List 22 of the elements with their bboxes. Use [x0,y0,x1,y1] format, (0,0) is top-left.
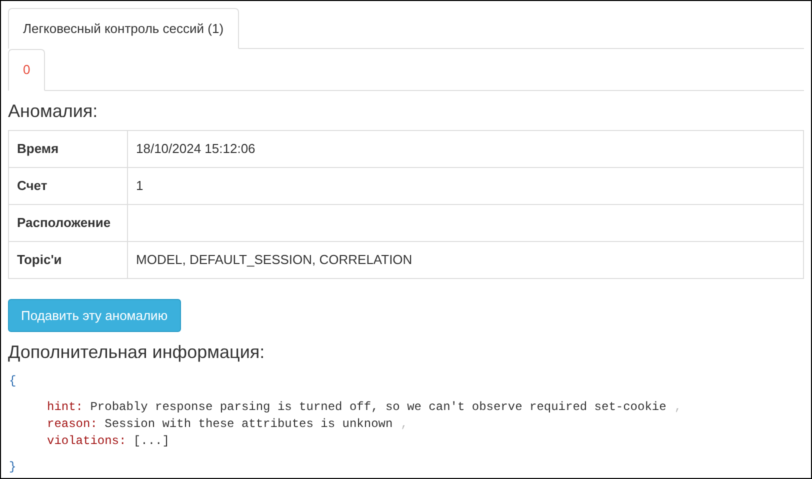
table-cell: 18/10/2024 15:12:06 [128,130,804,168]
json-value: [...] [133,434,170,448]
json-key: violations: [47,434,126,448]
section-heading: Дополнительная информация: [8,342,266,363]
brace: } [9,460,16,474]
table-cell: 1 [128,167,804,204]
tab[interactable]: 0 [8,49,46,91]
json-comma: , [400,417,408,431]
json-comma: , [674,400,682,414]
table-cell: MODEL, DEFAULT_SESSION, CORRELATION [128,241,804,278]
section-heading: Аномалия: [8,100,99,122]
json-key: hint: [47,400,84,414]
json-key: reason: [47,417,98,431]
table-header-cell: Счет [8,167,128,204]
table-header-cell: Topic'и [8,241,128,278]
suppress-button[interactable]: Подавить эту аномалию [8,298,181,332]
tab[interactable]: Легковесный контроль сессий (1) [8,8,239,50]
table-header-cell: Расположение [8,204,128,242]
table-header-cell: Время [8,130,128,168]
json-value: Probably response parsing is turned off, so we can't observe required set-cookie [90,400,666,414]
json-value: Session with these attributes is unknown [104,417,393,431]
brace: { [9,374,16,388]
